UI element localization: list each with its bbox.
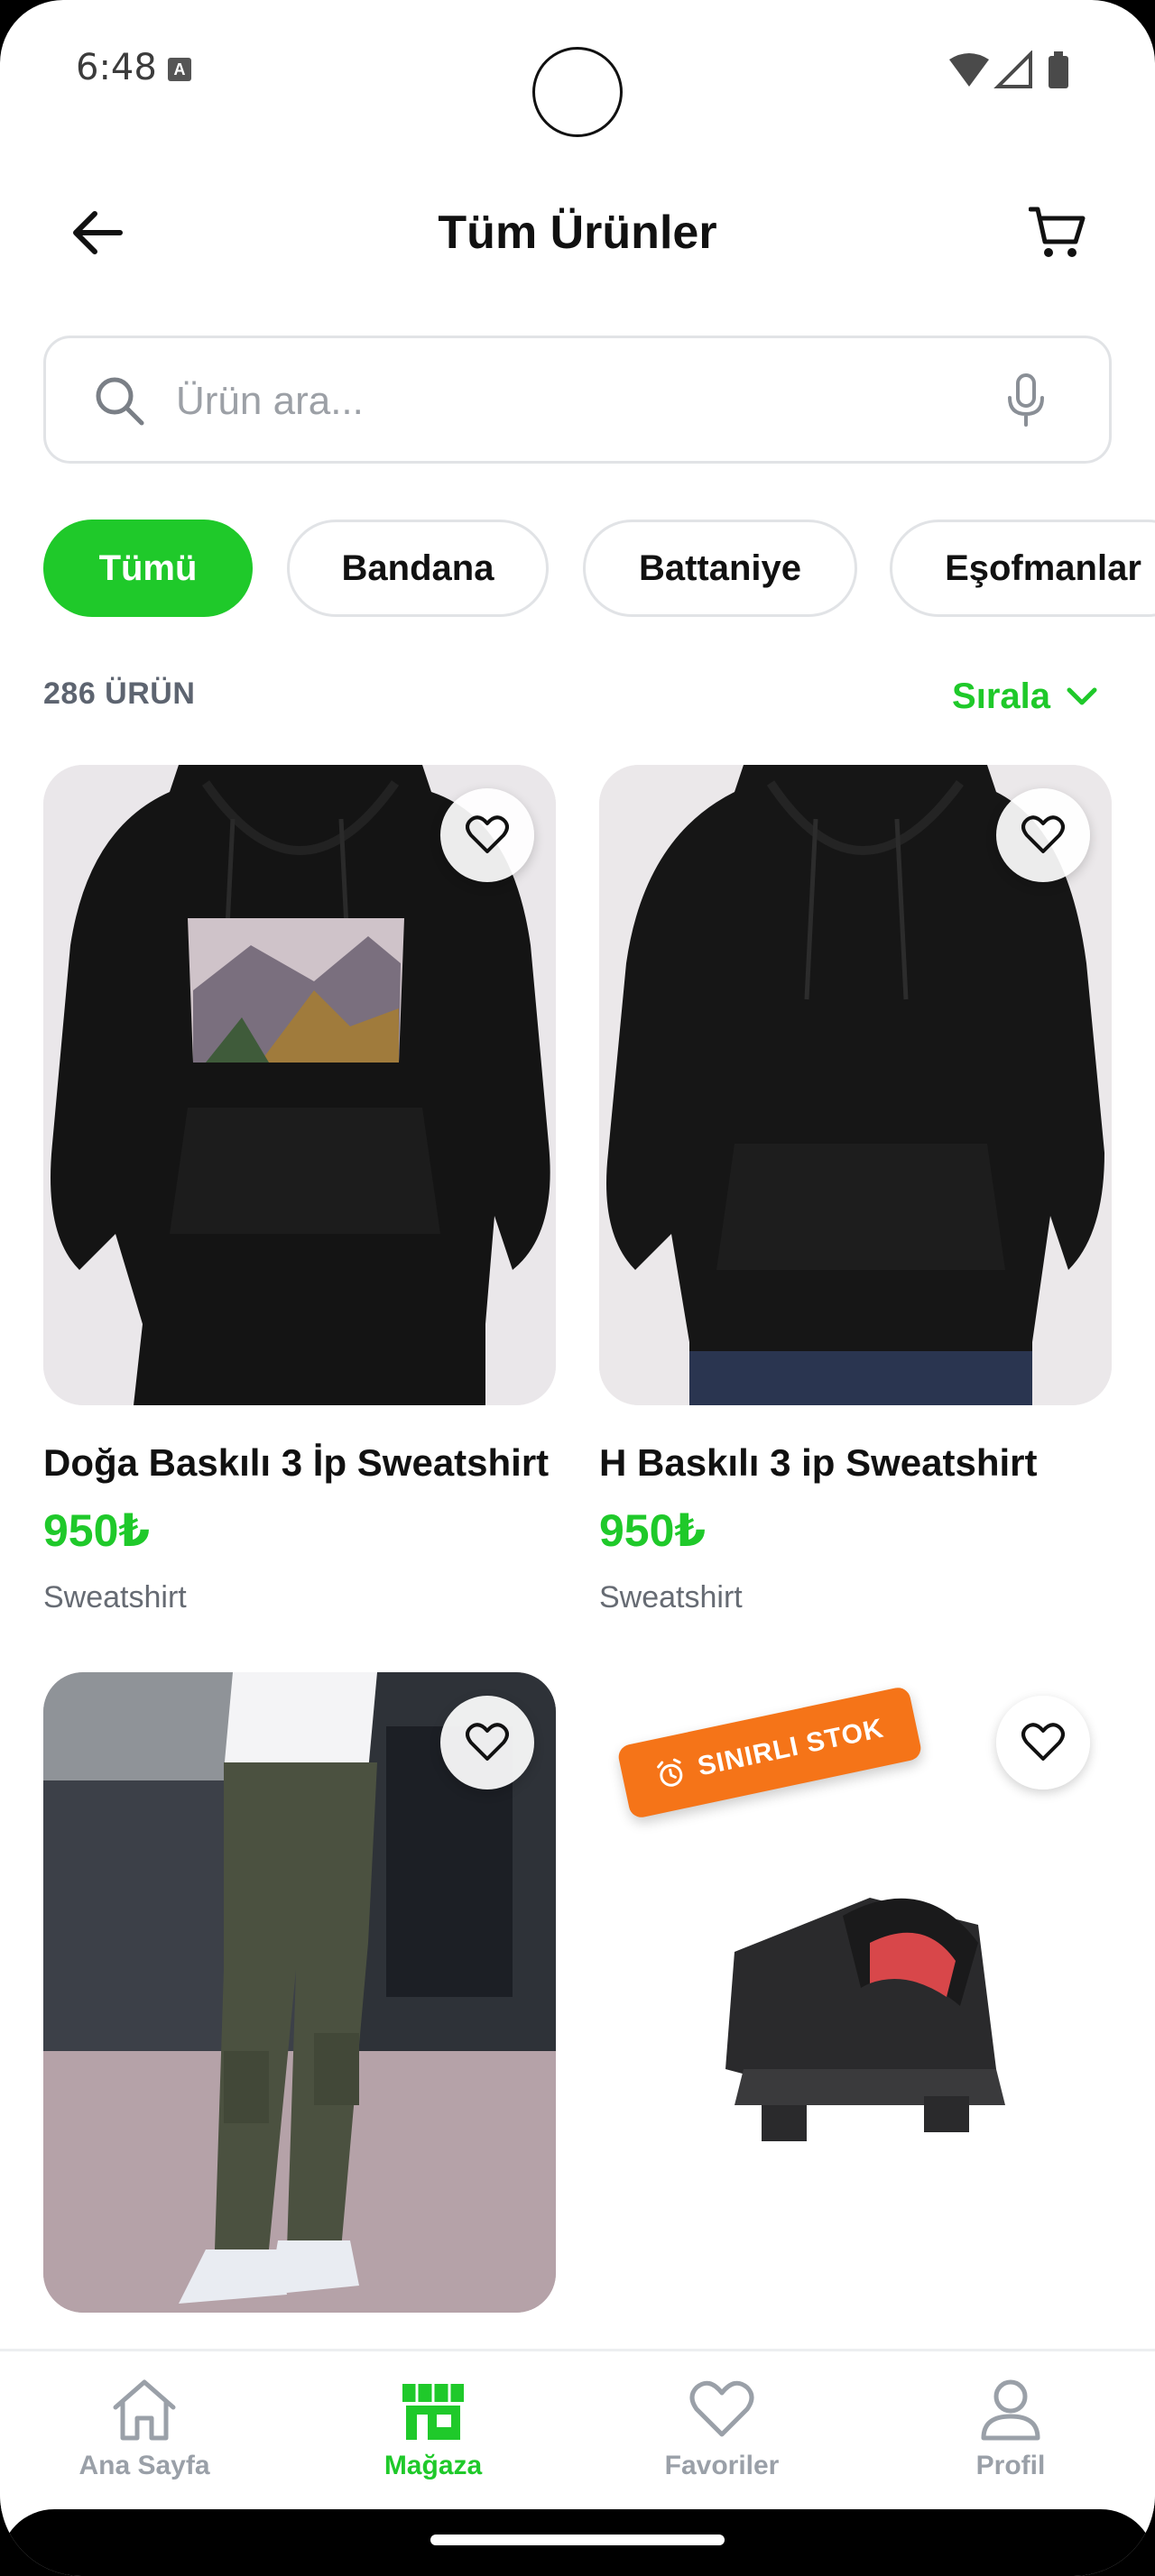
sort-button[interactable]: Sırala [952, 669, 1097, 723]
heart-icon [1021, 815, 1065, 853]
nav-favorites-label: Favoriler [664, 2451, 780, 2480]
camera-cutout [532, 47, 623, 137]
bottom-navigation: Ana Sayfa Mağaza Favoriler Profil [0, 2349, 1155, 2511]
favorite-button[interactable] [996, 788, 1090, 882]
category-chips: Tümü Bandana Battaniye Eşofmanlar [43, 520, 1155, 619]
product-card[interactable]: H Baskılı 3 ip Sweatshirt 950₺ Sweatshir… [599, 765, 1112, 1615]
product-count: 286 ÜRÜN [43, 676, 196, 711]
alarm-clock-icon [657, 1758, 683, 1787]
product-image[interactable] [599, 765, 1112, 1405]
status-bar: 6:48 A [0, 0, 1155, 137]
notification-icon: A [168, 58, 191, 81]
wifi-icon [949, 53, 989, 87]
product-title: Doğa Baskılı 3 İp Sweatshirt [43, 1441, 550, 1484]
nav-home[interactable]: Ana Sayfa [0, 2378, 289, 2481]
nav-store[interactable]: Mağaza [289, 2378, 578, 2481]
product-card[interactable] [43, 1672, 556, 2313]
product-price: 950₺ [599, 1505, 707, 1556]
product-image[interactable] [43, 765, 556, 1405]
battery-icon [1049, 56, 1068, 88]
chip-bandana[interactable]: Bandana [287, 520, 549, 617]
chip-esofmanlar[interactable]: Eşofmanlar [890, 520, 1155, 617]
heart-icon [689, 2380, 754, 2437]
page-title: Tüm Ürünler [438, 207, 717, 259]
search-icon [96, 377, 144, 426]
product-card[interactable]: SINIRLI STOK [599, 1672, 1112, 2313]
microphone-icon[interactable] [1006, 373, 1046, 427]
status-time: 6:48 [76, 47, 157, 88]
favorite-button[interactable] [440, 788, 534, 882]
search-input[interactable] [176, 365, 988, 437]
product-image[interactable]: SINIRLI STOK [599, 1672, 1112, 2313]
heart-icon [1021, 1723, 1065, 1761]
cart-icon [1029, 207, 1086, 257]
favorite-button[interactable] [440, 1696, 534, 1789]
product-title: H Baskılı 3 ip Sweatshirt [599, 1441, 1038, 1484]
signal-icon [993, 51, 1032, 88]
heart-icon [466, 815, 509, 853]
product-price: 950₺ [43, 1505, 151, 1556]
cart-button[interactable] [1023, 198, 1092, 267]
sort-label: Sırala [952, 676, 1050, 716]
app-screen: 6:48 A Tüm Ürünler Ürün ara... Tümü Band… [0, 0, 1155, 2576]
user-icon [981, 2379, 1040, 2441]
chip-battaniye[interactable]: Battaniye [583, 520, 857, 617]
product-category: Sweatshirt [599, 1580, 743, 1615]
search-bar [43, 336, 1112, 464]
product-image[interactable] [43, 1672, 556, 2313]
nav-store-label: Mağaza [383, 2451, 483, 2480]
home-icon [113, 2379, 176, 2441]
nav-home-label: Ana Sayfa [79, 2451, 210, 2480]
nav-profile-label: Profil [975, 2451, 1046, 2480]
home-indicator[interactable] [430, 2535, 725, 2545]
chip-tumu[interactable]: Tümü [43, 520, 253, 617]
product-category: Sweatshirt [43, 1580, 187, 1615]
nav-profile[interactable]: Profil [866, 2378, 1155, 2481]
product-card[interactable]: Doğa Baskılı 3 İp Sweatshirt 950₺ Sweats… [43, 765, 556, 1615]
heart-icon [466, 1723, 509, 1761]
store-icon [402, 2384, 464, 2440]
nav-favorites[interactable]: Favoriler [578, 2378, 866, 2481]
favorite-button[interactable] [996, 1696, 1090, 1789]
status-icons [949, 51, 1068, 88]
top-bar: Tüm Ürünler [0, 180, 1155, 280]
chevron-down-icon [1067, 687, 1097, 705]
